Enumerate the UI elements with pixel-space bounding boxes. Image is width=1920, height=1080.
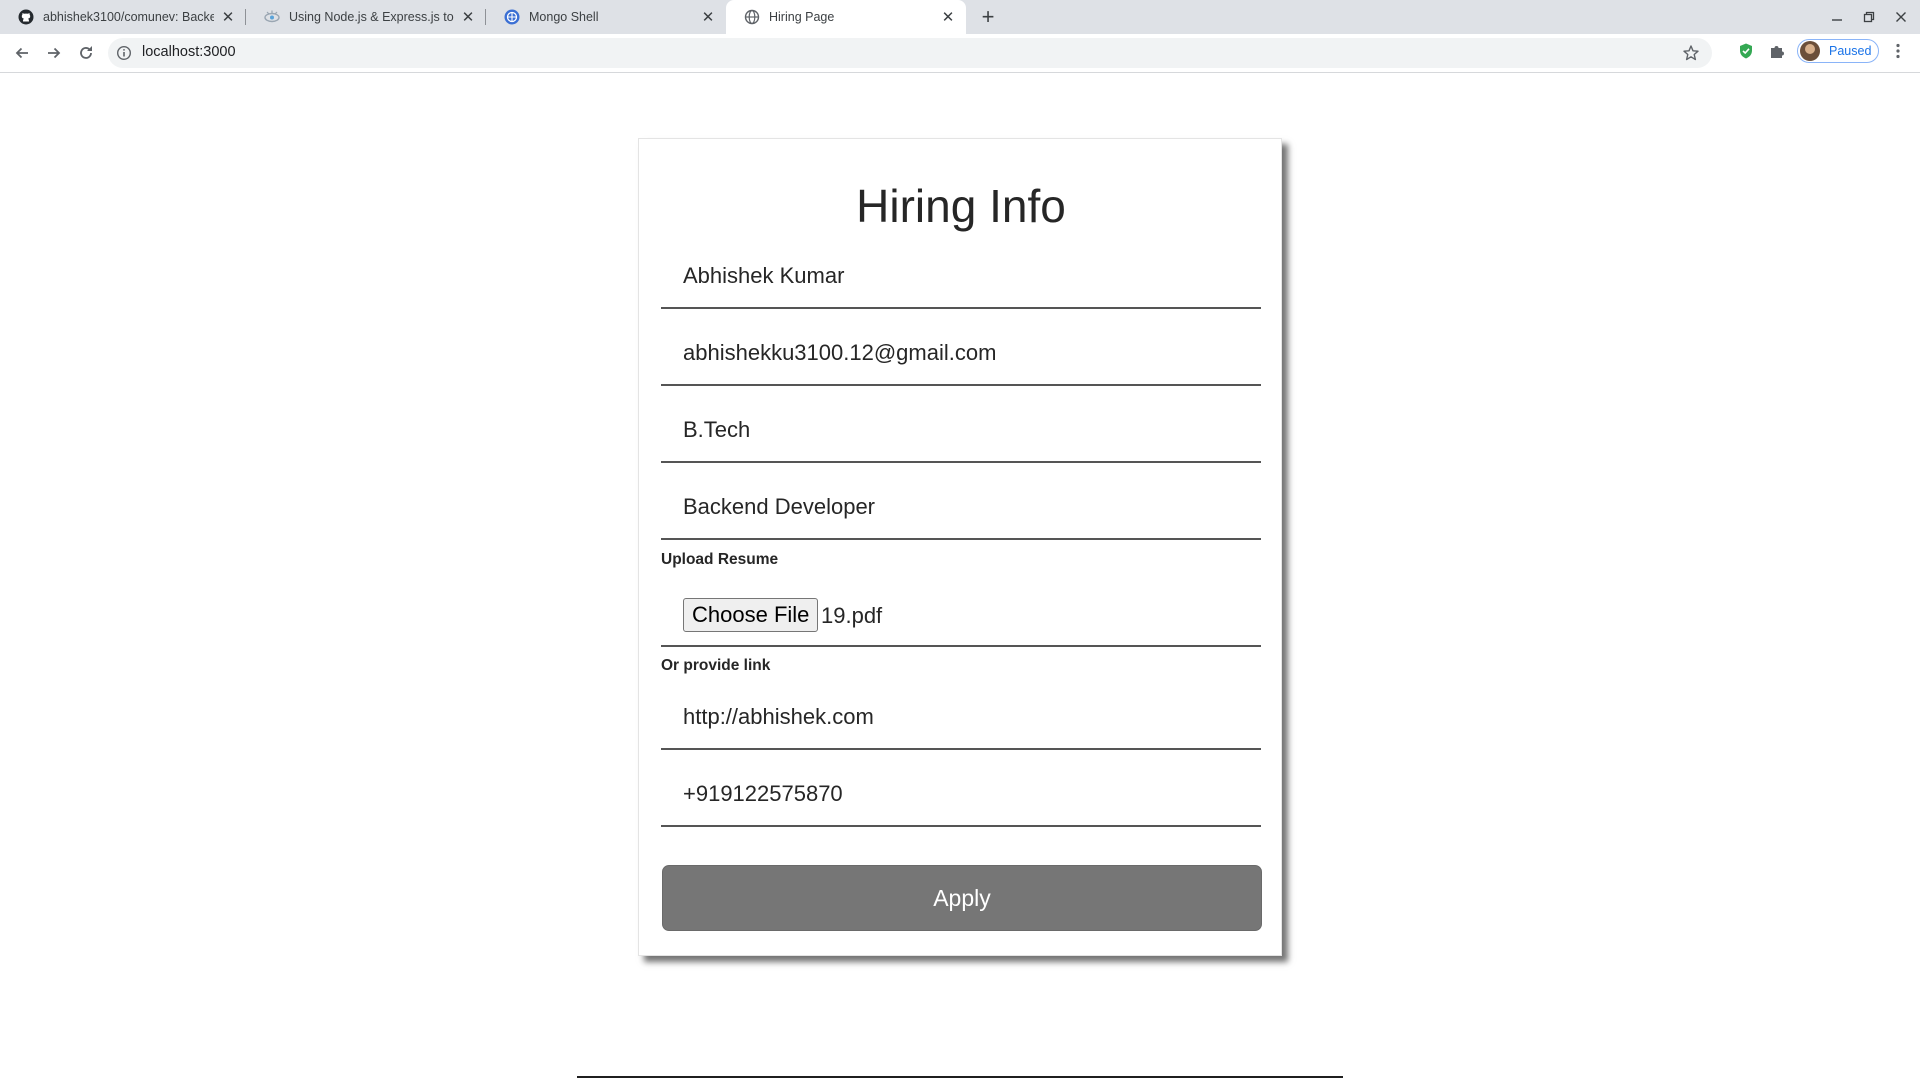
- site-info-icon[interactable]: [116, 45, 132, 61]
- address-bar[interactable]: localhost:3000: [108, 38, 1712, 68]
- tab-mongo-shell[interactable]: Mongo Shell ✕: [486, 0, 726, 34]
- link-field-container: [661, 688, 1261, 750]
- github-icon: [18, 9, 34, 25]
- close-tab-icon[interactable]: ✕: [220, 9, 236, 26]
- position-field-container: [661, 478, 1261, 540]
- upload-resume-label: Upload Resume: [661, 551, 779, 568]
- provide-link-label: Or provide link: [661, 657, 771, 674]
- restore-icon[interactable]: [1857, 6, 1881, 28]
- globe-icon: [744, 9, 760, 25]
- more-menu-icon[interactable]: [1888, 41, 1908, 61]
- apply-button[interactable]: Apply: [662, 865, 1262, 931]
- tab-title: Using Node.js & Express.js to s: [289, 10, 454, 24]
- eye-logo-icon: [264, 9, 280, 25]
- email-input[interactable]: [661, 324, 1261, 382]
- url-text: localhost:3000: [142, 44, 236, 60]
- selected-file-name: 19.pdf: [821, 603, 883, 628]
- tab-title: abhishek3100/comunev: Backe: [43, 10, 214, 24]
- tab-title: Mongo Shell: [529, 10, 599, 24]
- email-field-container: [661, 324, 1261, 386]
- tab-nodejs-express[interactable]: Using Node.js & Express.js to s ✕: [246, 0, 486, 34]
- hiring-form-card: Hiring Info Upload Resume Choose File 19…: [638, 138, 1282, 956]
- qualification-field-container: [661, 401, 1261, 463]
- back-arrow-icon[interactable]: [10, 41, 34, 65]
- profile-button[interactable]: Paused: [1797, 39, 1879, 63]
- browser-toolbar: localhost:3000: [0, 34, 1920, 73]
- page-divider: [577, 1076, 1343, 1078]
- puzzle-extensions-icon[interactable]: [1767, 41, 1787, 61]
- tab-title: Hiring Page: [769, 10, 835, 24]
- choose-file-button[interactable]: Choose File: [683, 598, 819, 632]
- tab-strip: abhishek3100/comunev: Backe ✕ Using Node…: [0, 0, 1920, 34]
- close-tab-icon[interactable]: ✕: [940, 9, 956, 26]
- qualification-input[interactable]: [661, 401, 1261, 459]
- phone-input[interactable]: [661, 765, 1261, 823]
- reload-icon[interactable]: [74, 41, 98, 65]
- close-window-icon[interactable]: [1889, 6, 1913, 28]
- name-input[interactable]: [661, 247, 1261, 305]
- form-title: Hiring Info: [856, 180, 1066, 232]
- minimize-icon[interactable]: [1825, 6, 1849, 28]
- forward-arrow-icon[interactable]: [42, 41, 66, 65]
- name-field-container: [661, 247, 1261, 309]
- new-tab-button[interactable]: +: [976, 4, 1000, 29]
- close-tab-icon[interactable]: ✕: [700, 9, 716, 26]
- profile-status: Paused: [1829, 44, 1872, 58]
- position-input[interactable]: [661, 478, 1261, 536]
- globe-logo-icon: [504, 9, 520, 25]
- avatar: [1800, 41, 1820, 61]
- resume-link-input[interactable]: [661, 688, 1261, 746]
- shield-extension-icon[interactable]: [1736, 41, 1756, 61]
- close-tab-icon[interactable]: ✕: [460, 9, 476, 26]
- phone-field-container: [661, 765, 1261, 827]
- bookmark-star-icon[interactable]: [1682, 44, 1700, 62]
- tab-github[interactable]: abhishek3100/comunev: Backe ✕: [0, 0, 246, 34]
- resume-file-field: Choose File 19.pdf: [661, 569, 1261, 647]
- tab-hiring-page[interactable]: Hiring Page ✕: [726, 0, 966, 34]
